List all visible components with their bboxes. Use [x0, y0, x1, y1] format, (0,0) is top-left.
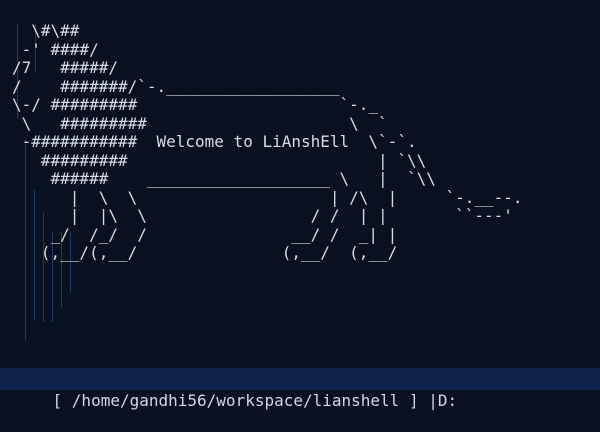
shell-prompt[interactable]: [ /home/gandhi56/workspace/lianshell ] |… — [14, 368, 458, 410]
terminal-window[interactable]: \#\## -' ####/ /7 #####/ / #######/`-.__… — [0, 0, 600, 432]
welcome-banner-ascii-art: \#\## -' ####/ /7 #####/ / #######/`-.__… — [12, 21, 523, 262]
prompt-text: [ /home/gandhi56/workspace/lianshell ] |… — [52, 391, 458, 410]
